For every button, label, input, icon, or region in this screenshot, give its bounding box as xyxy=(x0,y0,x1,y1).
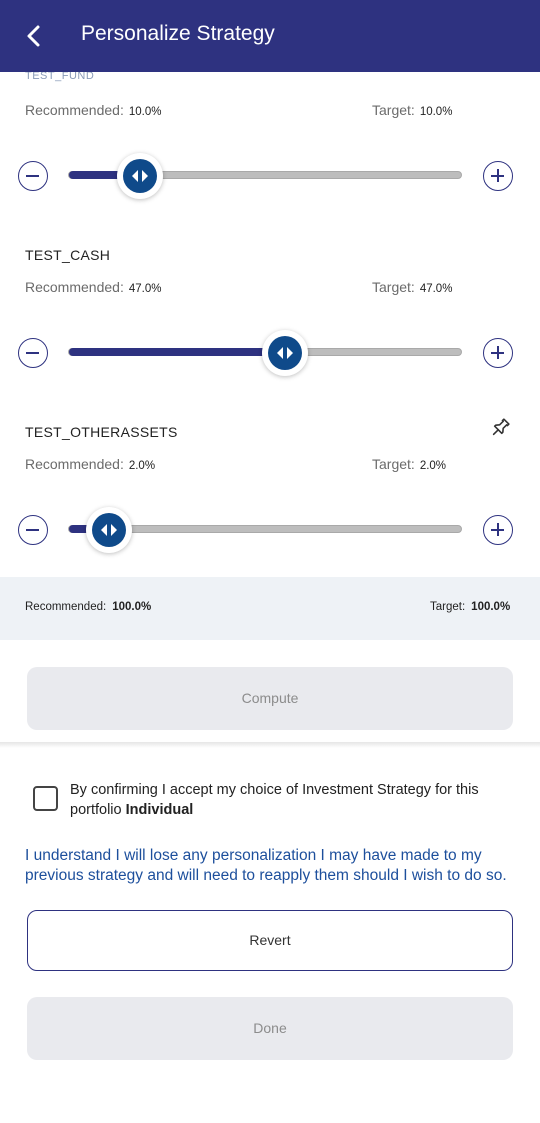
total-target: Target: 100.0% xyxy=(430,601,510,613)
revert-button[interactable]: Revert xyxy=(27,910,513,971)
recommended-value: 10.0% xyxy=(128,106,162,118)
target-label: Target: xyxy=(372,102,415,118)
total-recommended-value: 100.0% xyxy=(112,601,152,613)
portfolio-name: Individual xyxy=(125,802,194,818)
drag-arrows-icon xyxy=(101,524,117,536)
recommended-row-1: Recommended: 10.0% xyxy=(25,102,161,118)
chevron-left-icon xyxy=(27,25,40,47)
drag-arrows-icon xyxy=(132,170,148,182)
allocation-slider-2[interactable] xyxy=(68,330,462,376)
fund-name-cut-off: TEST_FUND xyxy=(25,72,95,82)
slider-fill xyxy=(69,348,263,356)
slider-thumb[interactable] xyxy=(86,507,132,553)
recommended-value: 2.0% xyxy=(128,460,156,472)
recommended-label: Recommended: xyxy=(25,601,107,613)
decrease-button-2[interactable] xyxy=(18,338,48,368)
target-value: 10.0% xyxy=(419,106,453,118)
allocation-slider-3[interactable] xyxy=(68,507,462,553)
slider-fill xyxy=(69,171,118,179)
target-row-1: Target: 10.0% xyxy=(372,102,452,118)
fund-name: TEST_CASH xyxy=(25,247,111,263)
drag-arrows-icon xyxy=(277,347,293,359)
recommended-row-3: Recommended: 2.0% xyxy=(25,456,155,472)
total-recommended: Recommended: 100.0% xyxy=(25,601,151,613)
confirm-text: By confirming I accept my choice of Inve… xyxy=(70,780,510,820)
increase-button-2[interactable] xyxy=(483,338,513,368)
target-label: Target: xyxy=(372,279,415,295)
recommended-label: Recommended: xyxy=(25,456,124,472)
total-target-value: 100.0% xyxy=(471,601,511,613)
fund-name: TEST_OTHERASSETS xyxy=(25,424,178,440)
confirm-checkbox[interactable] xyxy=(33,786,58,811)
target-row-2: Target: 47.0% xyxy=(372,279,452,295)
target-value: 2.0% xyxy=(419,460,447,472)
slider-thumb[interactable] xyxy=(262,330,308,376)
recommended-label: Recommended: xyxy=(25,102,124,118)
target-row-3: Target: 2.0% xyxy=(372,456,446,472)
back-button[interactable] xyxy=(18,20,50,52)
personalization-notice: I understand I will lose any personaliza… xyxy=(25,847,507,884)
recommended-value: 47.0% xyxy=(128,283,162,295)
target-label: Target: xyxy=(430,601,466,613)
decrease-button-3[interactable] xyxy=(18,515,48,545)
target-label: Target: xyxy=(372,456,415,472)
totals-summary: Recommended: 100.0% Target: 100.0% xyxy=(0,577,540,640)
decrease-button-1[interactable] xyxy=(18,161,48,191)
increase-button-3[interactable] xyxy=(483,515,513,545)
done-button[interactable]: Done xyxy=(27,997,513,1060)
page-title: Personalize Strategy xyxy=(81,22,275,45)
slider-fill xyxy=(69,525,87,533)
recommended-label: Recommended: xyxy=(25,279,124,295)
compute-button[interactable]: Compute xyxy=(27,667,513,730)
increase-button-1[interactable] xyxy=(483,161,513,191)
section-divider xyxy=(0,742,540,748)
target-value: 47.0% xyxy=(419,283,453,295)
app-bar: Personalize Strategy xyxy=(0,0,540,72)
recommended-row-2: Recommended: 47.0% xyxy=(25,279,161,295)
slider-thumb[interactable] xyxy=(117,153,163,199)
pin-icon[interactable] xyxy=(487,415,513,441)
allocation-slider-1[interactable] xyxy=(68,153,462,199)
